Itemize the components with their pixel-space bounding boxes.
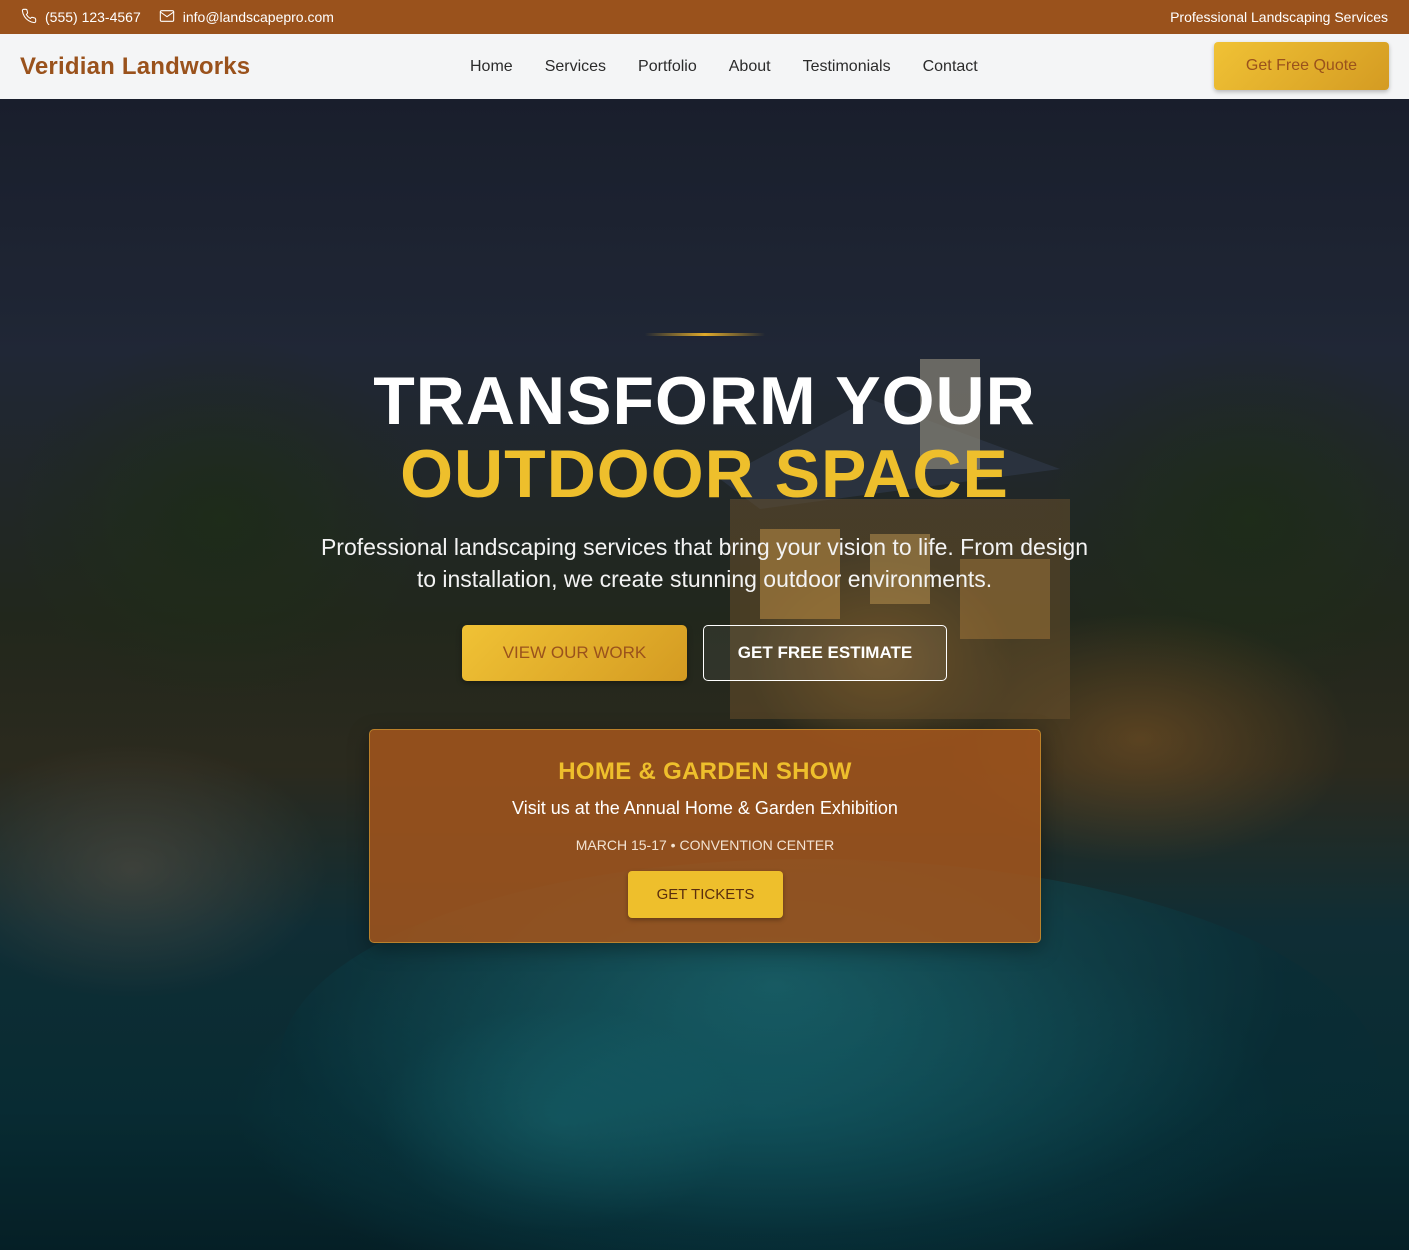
main-navigation: Veridian Landworks Home Services Portfol… — [0, 34, 1409, 99]
email-contact[interactable]: info@landscapepro.com — [159, 8, 334, 27]
nav-item-home[interactable]: Home — [454, 34, 529, 99]
top-contact-bar: (555) 123-4567 info@landscapepro.com Pro… — [0, 0, 1409, 34]
hero-accent-line — [645, 333, 765, 336]
nav-item-about[interactable]: About — [713, 34, 787, 99]
nav-item-testimonials[interactable]: Testimonials — [787, 34, 907, 99]
view-our-work-button[interactable]: VIEW OUR WORK — [462, 625, 687, 681]
get-tickets-button[interactable]: GET TICKETS — [628, 871, 783, 918]
nav-menu: Home Services Portfolio About Testimonia… — [454, 34, 994, 99]
event-subtitle: Visit us at the Annual Home & Garden Exh… — [512, 798, 898, 818]
phone-icon — [21, 8, 37, 27]
nav-item-services[interactable]: Services — [529, 34, 622, 99]
hero-section: TRANSFORM YOUR OUTDOOR SPACE Professiona… — [0, 99, 1409, 1250]
contact-info: (555) 123-4567 info@landscapepro.com — [21, 8, 334, 27]
event-title: HOME & GARDEN SHOW — [558, 758, 852, 785]
mail-icon — [159, 8, 175, 27]
hero-content: TRANSFORM YOUR OUTDOOR SPACE Professiona… — [0, 99, 1409, 1250]
phone-contact[interactable]: (555) 123-4567 — [21, 8, 141, 27]
topbar-tagline: Professional Landscaping Services — [1170, 9, 1388, 25]
hero-subtitle: Professional landscaping services that b… — [320, 534, 1089, 592]
hero-title-line-2: OUTDOOR SPACE — [400, 436, 1009, 512]
email-address: info@landscapepro.com — [182, 9, 334, 25]
event-details: MARCH 15-17 • CONVENTION CENTER — [575, 837, 835, 853]
get-free-estimate-button[interactable]: GET FREE ESTIMATE — [703, 625, 947, 681]
hero-title-line-1: TRANSFORM YOUR — [373, 363, 1036, 439]
nav-item-contact[interactable]: Contact — [907, 34, 994, 99]
brand-logo[interactable]: Veridian Landworks — [20, 53, 360, 81]
nav-item-portfolio[interactable]: Portfolio — [622, 34, 713, 99]
phone-number: (555) 123-4567 — [45, 9, 141, 25]
get-free-quote-button[interactable]: Get Free Quote — [1214, 42, 1389, 90]
event-card: HOME & GARDEN SHOW Visit us at the Annua… — [369, 729, 1041, 943]
